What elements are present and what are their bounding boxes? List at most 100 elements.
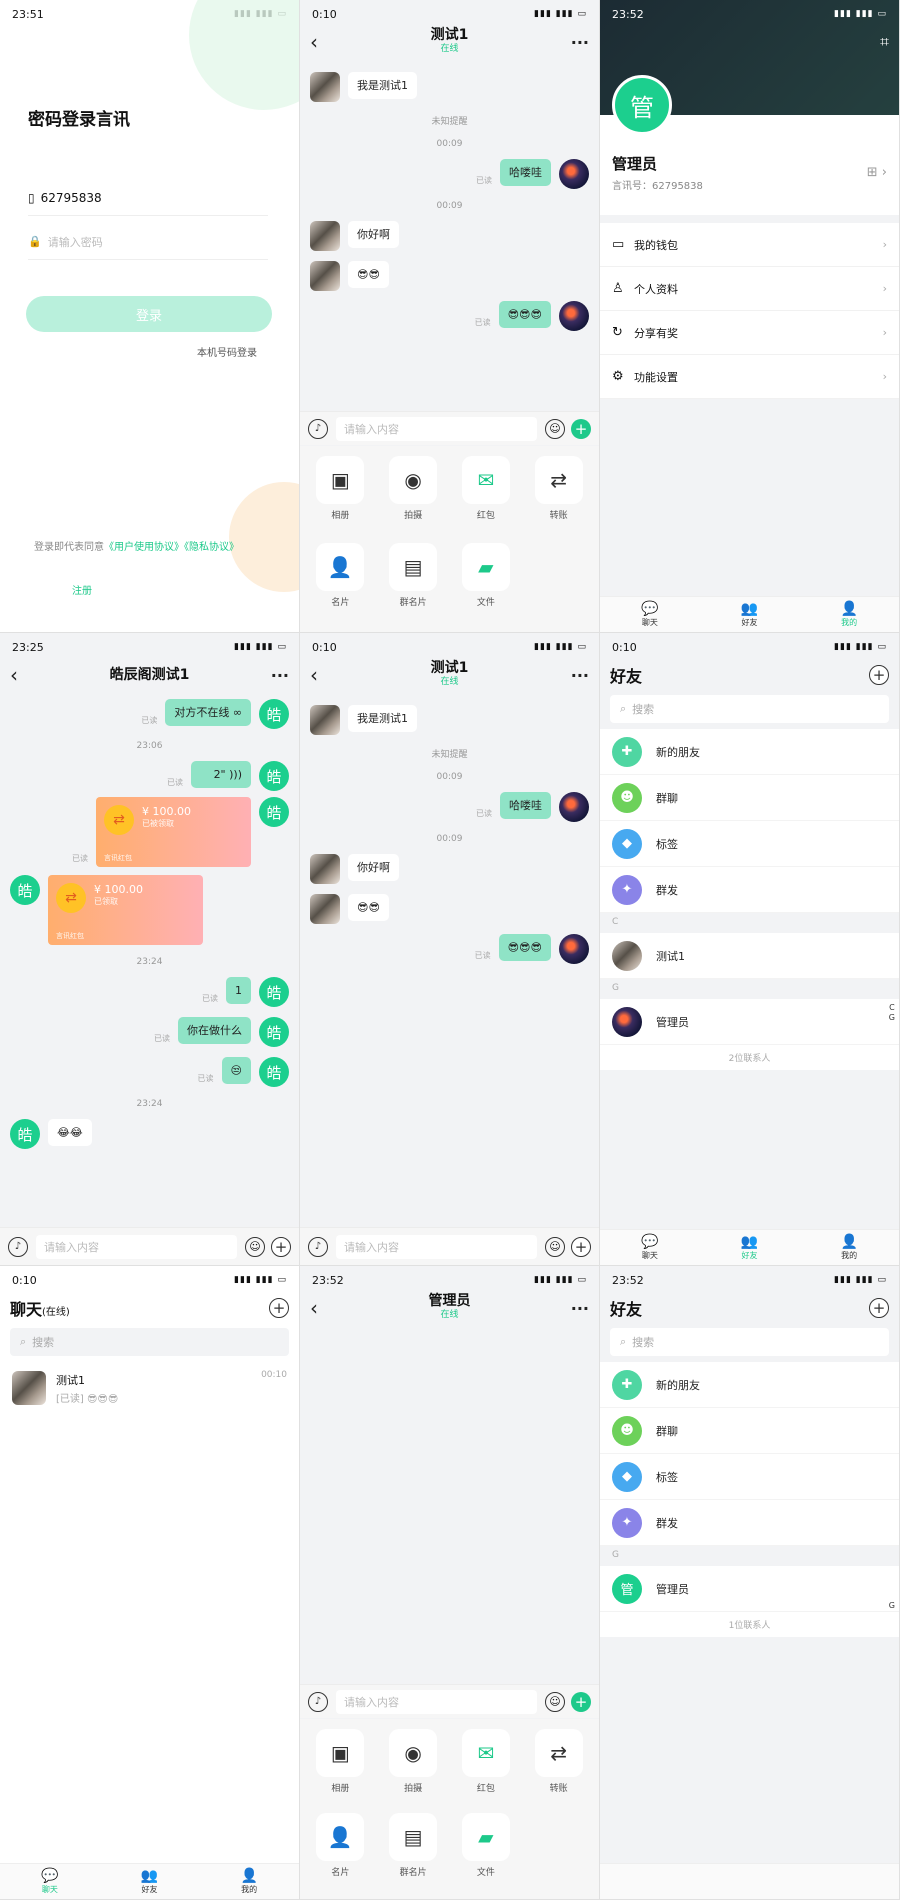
- emoji-icon[interactable]: ☺: [545, 1691, 565, 1712]
- tab-chat[interactable]: 💬 聊天: [600, 1230, 700, 1265]
- avatar[interactable]: 皓: [10, 875, 40, 905]
- avatar[interactable]: [310, 72, 340, 102]
- plus-icon[interactable]: +: [571, 1236, 591, 1257]
- tool-album[interactable]: ▣ 相册: [304, 1729, 377, 1805]
- message-bubble[interactable]: 1: [226, 977, 251, 1004]
- avatar[interactable]: 皓: [10, 1119, 40, 1149]
- tool-group-card[interactable]: ▤ 群名片: [377, 1813, 450, 1889]
- scan-icon[interactable]: ⌗: [880, 32, 889, 52]
- message-bubble[interactable]: 😎😎: [348, 894, 389, 921]
- conversation-item[interactable]: 测试1 [已读] 😎😎😎 00:10: [0, 1362, 299, 1414]
- message-bubble[interactable]: 😎😎: [348, 261, 389, 288]
- avatar[interactable]: [559, 159, 589, 189]
- add-friend-icon[interactable]: +: [869, 1298, 889, 1318]
- avatar[interactable]: 皓: [259, 761, 289, 791]
- agree-terms-link[interactable]: 《用户使用协议》《隐私协议》: [104, 542, 239, 553]
- message-input[interactable]: 请输入内容: [336, 416, 537, 441]
- message-bubble[interactable]: 😎😎😎: [498, 934, 551, 961]
- message-bubble[interactable]: 哈喽哇: [500, 792, 551, 819]
- tab-friends[interactable]: 👥 好友: [700, 597, 800, 632]
- tab-friends[interactable]: 👥 好友: [700, 1230, 800, 1265]
- message-bubble[interactable]: 你在做什么: [178, 1017, 251, 1044]
- message-bubble[interactable]: 😎😎😎: [498, 301, 551, 328]
- login-button[interactable]: 登录: [26, 296, 272, 332]
- index-letter[interactable]: C: [889, 1003, 895, 1013]
- search-input[interactable]: ⌕ 搜索: [10, 1328, 289, 1356]
- password-field[interactable]: 🔒 请输入密码: [28, 224, 268, 260]
- message-input[interactable]: 请输入内容: [336, 1689, 537, 1714]
- contact-row[interactable]: 管管理员: [600, 1566, 899, 1612]
- tool-transfer[interactable]: ⇄ 转账: [522, 456, 595, 535]
- more-icon[interactable]: ···: [265, 666, 289, 685]
- message-input[interactable]: 请输入内容: [336, 1234, 537, 1259]
- search-input[interactable]: ⌕ 搜索: [610, 695, 889, 723]
- sms-login-link[interactable]: 本机号码登录: [197, 344, 257, 359]
- message-input[interactable]: 请输入内容: [36, 1234, 237, 1259]
- message-bubble[interactable]: 对方不在线 ∞: [165, 699, 251, 726]
- back-icon[interactable]: ‹: [10, 663, 34, 687]
- message-bubble[interactable]: 😒: [221, 1057, 251, 1084]
- alpha-index[interactable]: CG: [889, 1003, 895, 1023]
- row-new-friends[interactable]: ✚ 新的朋友: [600, 729, 899, 775]
- tab-chat[interactable]: 💬 聊天: [0, 1864, 100, 1899]
- tab-me[interactable]: 👤 我的: [199, 1864, 299, 1899]
- tool-card[interactable]: 👤 名片: [304, 543, 377, 622]
- message-bubble[interactable]: 😂😂: [48, 1119, 92, 1146]
- avatar[interactable]: [310, 261, 340, 291]
- tool-transfer[interactable]: ⇄ 转账: [522, 1729, 595, 1805]
- message-bubble[interactable]: 你好啊: [348, 854, 399, 881]
- avatar[interactable]: [310, 705, 340, 735]
- voice-icon[interactable]: ♪: [308, 1691, 328, 1712]
- message-bubble[interactable]: 哈喽哇: [500, 159, 551, 186]
- row-broadcast[interactable]: ✦ 群发: [600, 1500, 899, 1546]
- tab-friends[interactable]: 👥 好友: [100, 1864, 200, 1899]
- tool-card[interactable]: 👤 名片: [304, 1813, 377, 1889]
- row-new-friends[interactable]: ✚ 新的朋友: [600, 1362, 899, 1408]
- tool-group-card[interactable]: ▤ 群名片: [377, 543, 450, 622]
- avatar[interactable]: 皓: [259, 699, 289, 729]
- more-icon[interactable]: ···: [565, 33, 589, 52]
- message-bubble[interactable]: 我是测试1: [348, 72, 417, 99]
- menu-settings[interactable]: ⚙ 功能设置 ›: [600, 355, 899, 399]
- red-packet[interactable]: ⇄ ¥ 100.00 已被领取 言讯红包: [96, 797, 251, 867]
- contact-row[interactable]: 管理员: [600, 999, 899, 1045]
- menu-share[interactable]: ↻ 分享有奖 ›: [600, 311, 899, 355]
- back-icon[interactable]: ‹: [310, 30, 334, 54]
- register-link[interactable]: 注册: [72, 582, 92, 597]
- avatar[interactable]: 管: [612, 75, 672, 135]
- row-tags[interactable]: ◆ 标签: [600, 821, 899, 867]
- add-friend-icon[interactable]: +: [869, 665, 889, 685]
- back-icon[interactable]: ‹: [310, 663, 334, 687]
- index-letter[interactable]: G: [889, 1013, 895, 1023]
- message-bubble[interactable]: 你好啊: [348, 221, 399, 248]
- tool-camera[interactable]: ◉ 拍摄: [377, 1729, 450, 1805]
- row-broadcast[interactable]: ✦ 群发: [600, 867, 899, 913]
- tool-album[interactable]: ▣ 相册: [304, 456, 377, 535]
- voice-icon[interactable]: ♪: [308, 1236, 328, 1257]
- emoji-icon[interactable]: ☺: [545, 1236, 565, 1257]
- more-icon[interactable]: ···: [565, 1299, 589, 1318]
- search-input[interactable]: ⌕ 搜索: [610, 1328, 889, 1356]
- avatar[interactable]: [559, 934, 589, 964]
- plus-icon[interactable]: +: [571, 1691, 591, 1712]
- plus-icon[interactable]: +: [271, 1236, 291, 1257]
- tool-redpacket[interactable]: ✉ 红包: [450, 456, 523, 535]
- add-icon[interactable]: +: [269, 1298, 289, 1318]
- tab-me[interactable]: 👤 我的: [799, 597, 899, 632]
- row-tags[interactable]: ◆ 标签: [600, 1454, 899, 1500]
- avatar[interactable]: 皓: [259, 977, 289, 1007]
- account-field[interactable]: ▯ 62795838: [28, 180, 268, 216]
- menu-profile[interactable]: ♙ 个人资料 ›: [600, 267, 899, 311]
- tool-camera[interactable]: ◉ 拍摄: [377, 456, 450, 535]
- more-icon[interactable]: ···: [565, 666, 589, 685]
- voice-icon[interactable]: ♪: [8, 1236, 28, 1257]
- avatar[interactable]: 皓: [259, 1017, 289, 1047]
- contact-row[interactable]: 测试1: [600, 933, 899, 979]
- menu-wallet[interactable]: ▭ 我的钱包 ›: [600, 223, 899, 267]
- message-bubble[interactable]: 我是测试1: [348, 705, 417, 732]
- tool-file[interactable]: ▰ 文件: [450, 543, 523, 622]
- avatar[interactable]: 皓: [259, 1057, 289, 1087]
- voice-icon[interactable]: ♪: [308, 418, 328, 439]
- avatar[interactable]: [310, 894, 340, 924]
- avatar[interactable]: [310, 221, 340, 251]
